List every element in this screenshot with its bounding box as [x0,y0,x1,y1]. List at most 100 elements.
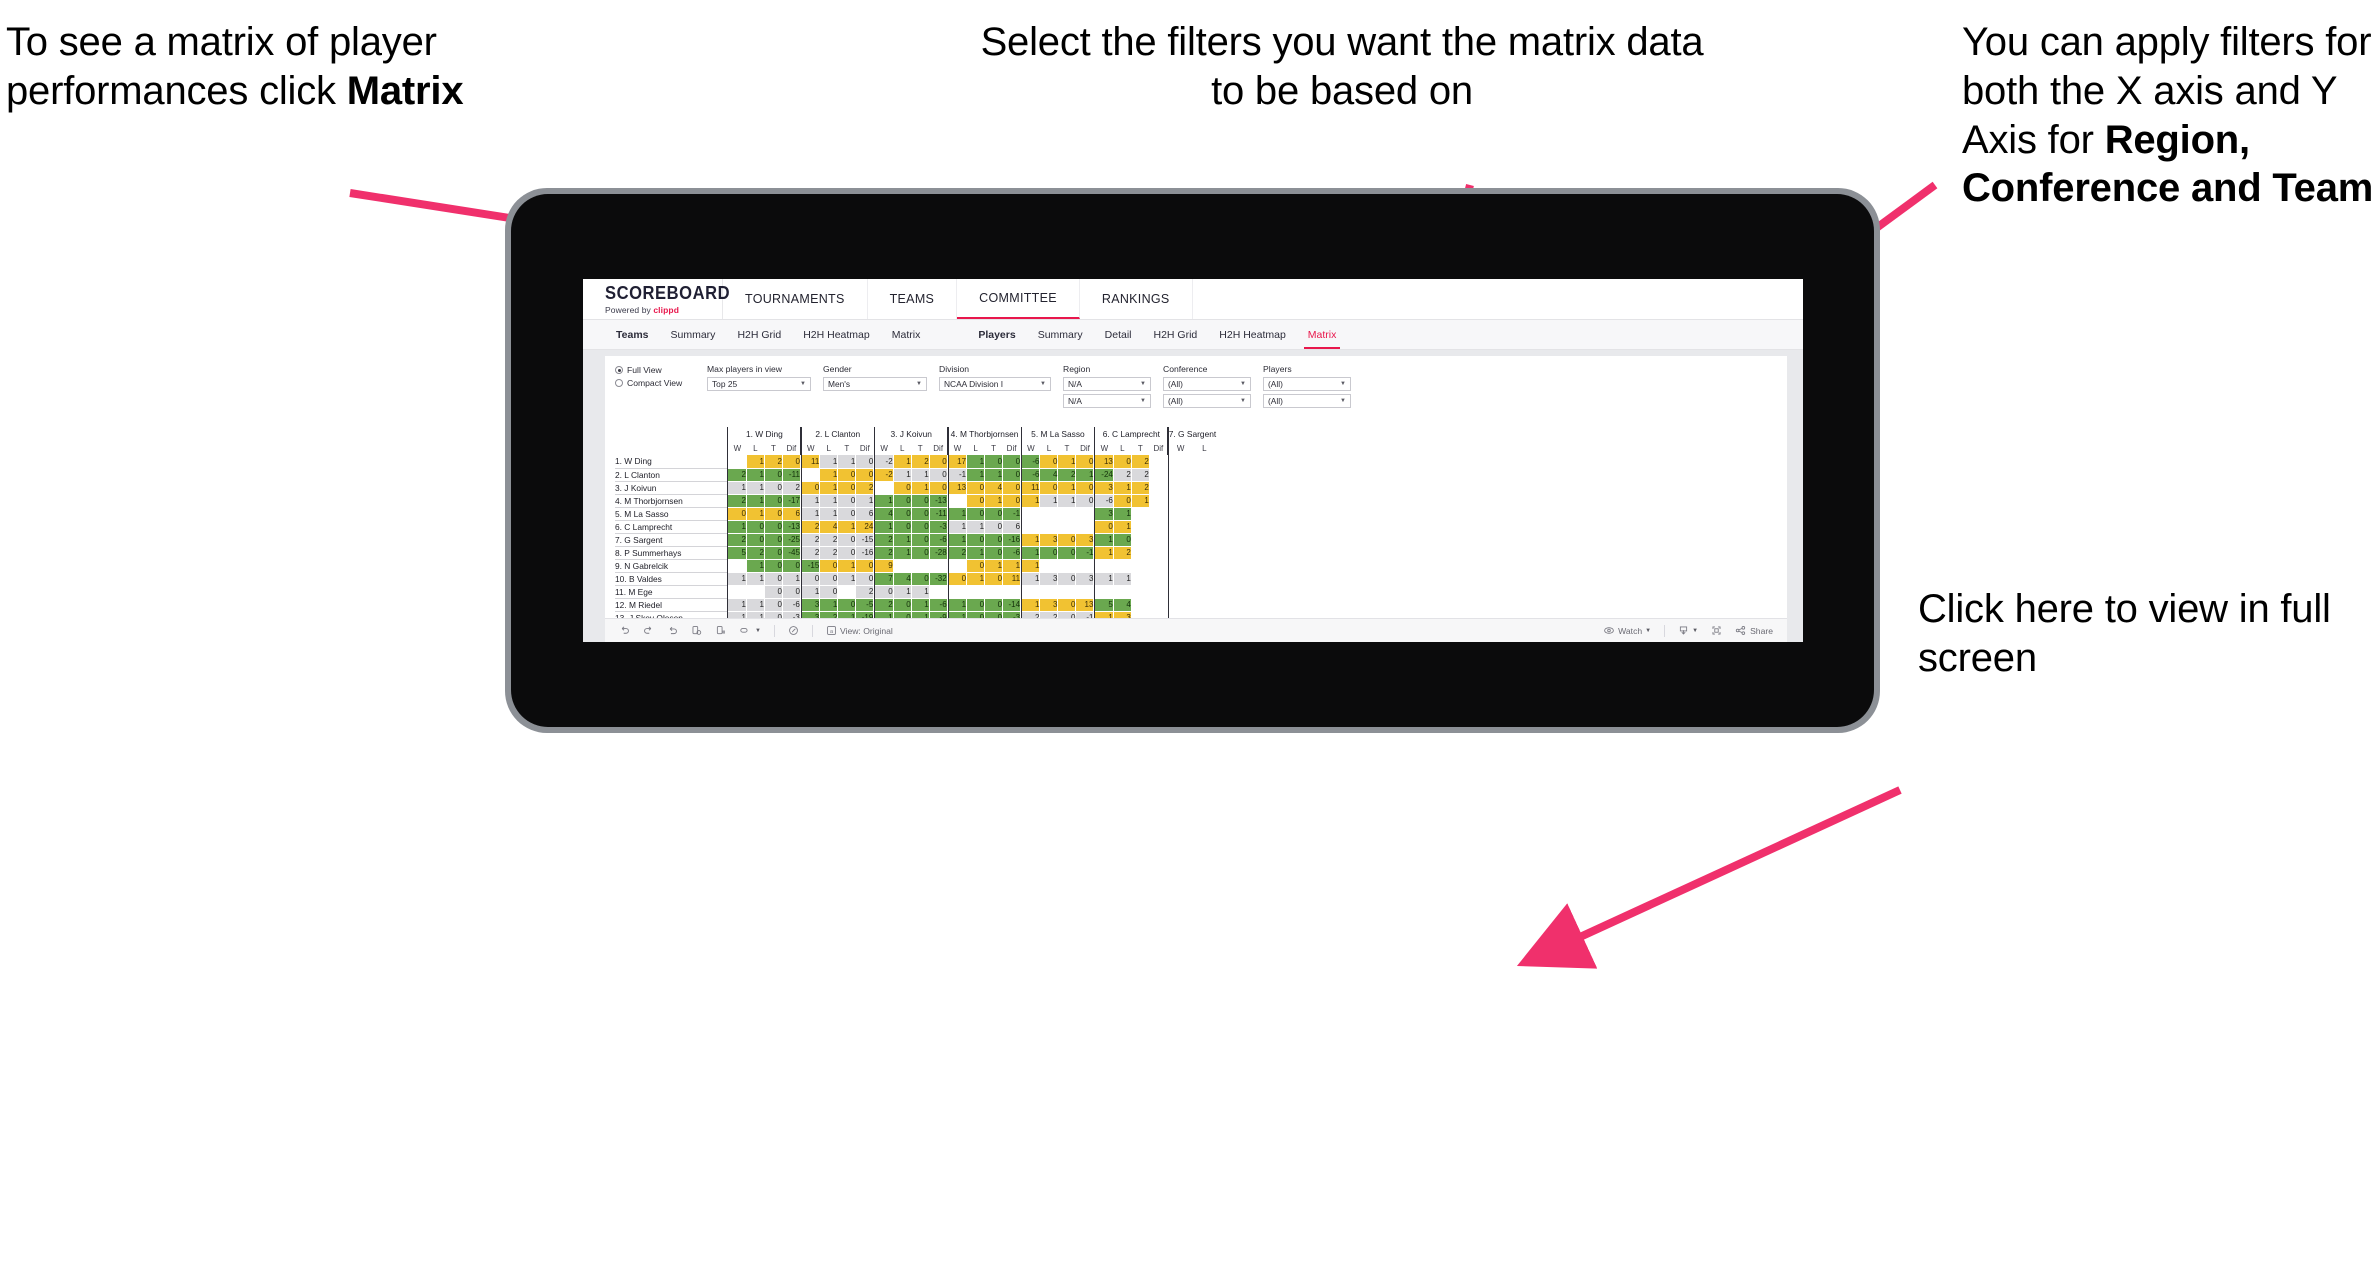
matrix-cell[interactable] [1075,520,1095,534]
matrix-cell[interactable]: 1 [948,598,968,612]
brand-logo[interactable]: SCOREBOARD Powered by clippd [583,279,730,319]
matrix-cell[interactable]: 2 [1131,481,1150,495]
matrix-cell[interactable]: -6 [1021,455,1041,469]
matrix-cell[interactable]: -1 [1002,507,1022,521]
matrix-cell[interactable] [1113,585,1132,599]
matrix-cell[interactable]: 1 [911,468,930,482]
matrix-cell[interactable]: 0 [893,494,912,508]
matrix-cell[interactable]: 0 [929,468,948,482]
tab-teams-matrix[interactable]: Matrix [881,320,932,349]
matrix-cell[interactable]: 9 [875,559,894,573]
matrix-cell[interactable] [1149,598,1168,612]
matrix-cell[interactable]: 0 [764,520,783,534]
filter-conference-x-select[interactable]: (All) ▼ [1163,377,1251,391]
matrix-cell[interactable]: 13 [948,481,968,495]
matrix-cell[interactable]: 0 [1002,481,1022,495]
matrix-cell[interactable]: 2 [948,546,968,560]
matrix-cell[interactable]: 0 [929,455,948,469]
matrix-cell[interactable]: -1 [948,468,968,482]
matrix-cell[interactable]: 0 [984,520,1004,534]
matrix-cell[interactable]: 1 [837,520,857,534]
matrix-cell[interactable]: 0 [855,559,875,573]
matrix-cell[interactable]: 7 [875,572,894,586]
matrix-cell[interactable]: 1 [1002,559,1022,573]
matrix-cell[interactable] [728,455,747,469]
matrix-row[interactable]: 5. M La Sasso 0 1 0 6 1 1 0 6 4 0 0 -11 1 0 0 -1 3 1 [615,507,1253,521]
matrix-cell[interactable]: 1 [984,494,1004,508]
matrix-cell[interactable]: 2 [764,455,783,469]
matrix-cell[interactable]: 11 [1002,572,1022,586]
matrix-cell[interactable]: 3 [801,598,821,612]
matrix-cell[interactable] [1057,507,1077,521]
matrix-cell[interactable]: 1 [837,572,857,586]
filter-players-x-select[interactable]: (All) ▼ [1263,377,1351,391]
matrix-cell[interactable]: -1 [1075,546,1095,560]
matrix-cell[interactable]: 0 [1039,481,1059,495]
matrix-cell[interactable]: 0 [837,468,857,482]
matrix-cell[interactable]: 2 [855,481,875,495]
matrix-cell[interactable] [1168,572,1193,586]
matrix-cell[interactable]: -6 [1095,494,1114,508]
matrix-cell[interactable]: 1 [948,507,968,521]
matrix-cell[interactable]: -45 [782,546,801,560]
matrix-cell[interactable]: 0 [966,533,986,547]
matrix-cell[interactable]: 0 [966,598,986,612]
matrix-row[interactable]: 7. G Sargent 2 0 0 -25 2 2 0 -15 2 1 0 -6 1 0 0 -16 1 3 0 3 1… [615,533,1253,547]
matrix-cell[interactable] [1192,520,1217,534]
matrix-cell[interactable]: 24 [855,520,875,534]
revert-icon[interactable] [667,625,678,636]
matrix-cell[interactable] [1149,468,1168,482]
matrix-cell[interactable] [1168,507,1193,521]
matrix-cell[interactable]: -25 [782,533,801,547]
matrix-cell[interactable]: 1 [1113,507,1132,521]
matrix-cell[interactable]: 0 [984,598,1004,612]
matrix-cell[interactable]: 1 [1113,520,1132,534]
matrix-cell[interactable]: 2 [1113,546,1132,560]
filter-conference-y-select[interactable]: (All) ▼ [1163,394,1251,408]
matrix-cell[interactable]: 1 [746,455,765,469]
matrix-cell[interactable]: 0 [782,585,801,599]
matrix-cell[interactable]: 1 [966,572,986,586]
matrix-cell[interactable]: -5 [855,598,875,612]
matrix-cell[interactable]: 0 [819,559,839,573]
matrix-cell[interactable]: 0 [1113,533,1132,547]
matrix-cell[interactable]: 0 [966,507,986,521]
matrix-cell[interactable] [1192,546,1217,560]
matrix-cell[interactable] [1149,585,1168,599]
matrix-cell[interactable]: 0 [1075,455,1095,469]
refresh-icon[interactable] [691,625,702,636]
matrix-cell[interactable]: 0 [764,481,783,495]
matrix-cell[interactable]: 1 [746,507,765,521]
filter-players-y-select[interactable]: (All) ▼ [1263,394,1351,408]
matrix-cell[interactable] [837,585,857,599]
matrix-cell[interactable]: 0 [1057,572,1077,586]
matrix-cell[interactable]: 0 [855,572,875,586]
matrix-cell[interactable]: 0 [984,455,1004,469]
matrix-cell[interactable]: 1 [728,572,747,586]
matrix-cell[interactable] [1149,520,1168,534]
matrix-cell[interactable]: -11 [929,507,948,521]
matrix-cell[interactable]: 4 [819,520,839,534]
matrix-cell[interactable]: 1 [801,494,821,508]
radio-compact-view[interactable]: Compact View [615,378,707,388]
matrix-cell[interactable] [1149,546,1168,560]
nav-item-teams[interactable]: TEAMS [868,279,958,319]
matrix-cell[interactable]: 0 [819,572,839,586]
matrix-cell[interactable] [1192,559,1217,573]
matrix-cell[interactable] [875,481,894,495]
matrix-cell[interactable]: 0 [1002,494,1022,508]
alerts-icon[interactable] [788,625,799,636]
matrix-cell[interactable]: 1 [966,468,986,482]
matrix-cell[interactable]: 1 [875,520,894,534]
matrix-cell[interactable]: 0 [764,494,783,508]
matrix-cell[interactable]: 0 [1002,468,1022,482]
matrix-cell[interactable]: 13 [1095,455,1114,469]
matrix-cell[interactable]: -6 [1002,546,1022,560]
matrix-cell[interactable]: 0 [1113,494,1132,508]
matrix-cell[interactable]: -16 [855,546,875,560]
download-icon[interactable]: ▼ [1678,625,1698,636]
matrix-cell[interactable]: 1 [1057,481,1077,495]
matrix-cell[interactable] [1192,598,1217,612]
matrix-cell[interactable]: 3 [1075,572,1095,586]
matrix-cell[interactable]: 1 [911,598,930,612]
